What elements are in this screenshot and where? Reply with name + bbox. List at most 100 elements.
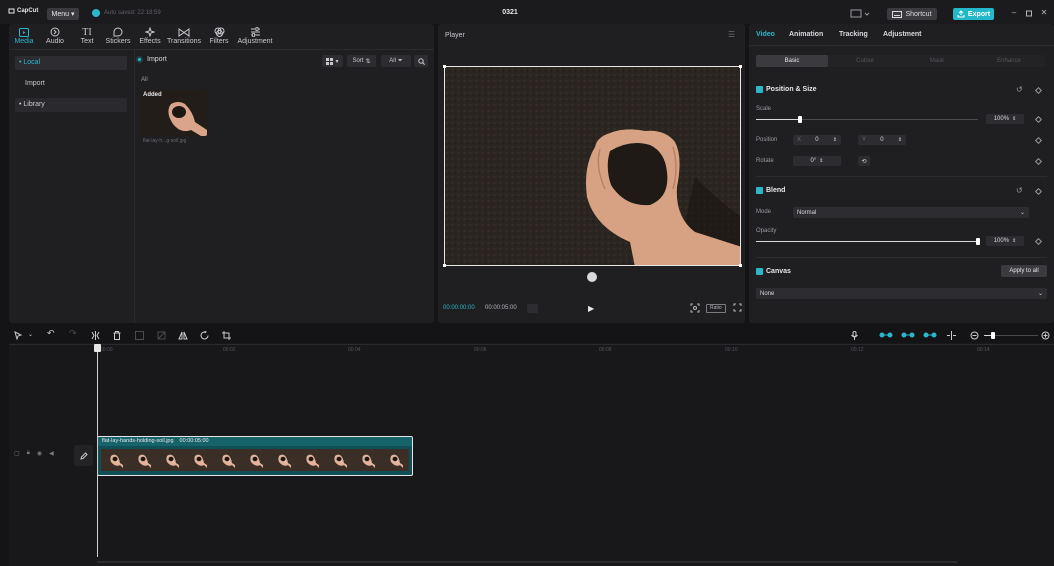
filter-all-button[interactable]: All ⏷ [381, 55, 411, 67]
minimize-icon[interactable]: – [1008, 8, 1020, 19]
lock-icon[interactable]: 🔒︎ [27, 450, 30, 457]
scale-slider-knob[interactable] [798, 116, 802, 123]
tab-stickers[interactable]: Stickers [104, 26, 132, 48]
sidebar-item-local[interactable]: • Local [15, 56, 127, 70]
timeline-scrollbar[interactable] [97, 561, 957, 563]
section-title: Canvas [766, 268, 791, 275]
select-tool-icon[interactable] [14, 331, 23, 340]
maximize-icon[interactable] [1023, 8, 1035, 19]
mirror-icon[interactable] [178, 331, 188, 340]
tab-label: Adjustment [237, 38, 273, 45]
zoom-slider-knob[interactable] [991, 332, 995, 339]
opacity-label: Opacity [756, 228, 777, 234]
rotate-dial[interactable]: ⟲ [858, 156, 870, 166]
properties-panel [749, 24, 1054, 323]
checkbox-icon[interactable] [756, 268, 763, 275]
rotate-icon[interactable] [200, 331, 209, 340]
apply-to-all-button[interactable]: Apply to all [1001, 265, 1047, 277]
preview-axis-icon[interactable] [923, 331, 937, 339]
opacity-value[interactable]: 100% ⇕ [986, 236, 1024, 246]
audio-icon[interactable]: ◀︎ [49, 450, 54, 457]
timecode-toggle[interactable] [527, 304, 538, 313]
rotate-field[interactable]: 0° ⇕ [793, 156, 841, 166]
subtab-mask[interactable]: Mask [901, 55, 973, 67]
reset-icon[interactable]: ↺ [1016, 85, 1023, 94]
tab-effects[interactable]: Effects [137, 26, 163, 48]
crop-icon[interactable] [222, 331, 231, 340]
blend-mode-select[interactable]: Normal ⌄ [793, 207, 1029, 218]
zoom-out-icon[interactable] [970, 331, 979, 340]
search-button[interactable] [414, 55, 428, 67]
divider [9, 344, 1054, 345]
clip-frame [101, 449, 129, 471]
resize-handle[interactable] [443, 264, 446, 267]
cover-button[interactable] [74, 445, 93, 466]
magnet-icon[interactable] [901, 331, 915, 339]
play-icon[interactable]: ▶ [588, 304, 594, 313]
import-button[interactable]: Import [136, 56, 167, 63]
menu-button[interactable]: Menu ▾ [47, 8, 79, 20]
tab-tracking[interactable]: Tracking [839, 31, 868, 38]
position-x-field[interactable]: X 0 ⇕ [793, 135, 841, 145]
chevron-down-icon[interactable]: ⌄ [28, 331, 33, 338]
sort-button[interactable]: Sort ⇅ [347, 55, 376, 67]
position-y-field[interactable]: Y 0 ⇕ [858, 135, 906, 145]
close-icon[interactable]: ✕ [1038, 8, 1050, 19]
menu-icon[interactable]: ☰ [728, 30, 735, 39]
clip-frame [129, 449, 157, 471]
video-preview[interactable] [444, 66, 741, 266]
checkbox-icon[interactable] [756, 187, 763, 194]
crop-disabled-icon[interactable] [157, 331, 166, 340]
tab-adjustment[interactable]: Adjustment [236, 26, 274, 48]
split-screen-icon[interactable] [946, 331, 957, 340]
tab-audio[interactable]: Audio [42, 26, 68, 48]
subtab-cutout[interactable]: Cutout [829, 55, 901, 67]
undo-icon[interactable]: ↶ [47, 328, 55, 339]
tab-animation[interactable]: Animation [789, 31, 823, 38]
fit-icon[interactable] [690, 303, 700, 313]
tab-media[interactable]: Media [12, 26, 36, 48]
resize-handle[interactable] [739, 65, 742, 68]
fullscreen-icon[interactable] [733, 303, 742, 312]
soil-hands-image [445, 67, 740, 265]
resize-handle[interactable] [443, 65, 446, 68]
sidebar-item-library[interactable]: • Library [15, 98, 127, 112]
autosave-text: Auto saved: 22:18:59 [104, 10, 161, 16]
sidebar-item-import[interactable]: Import [15, 77, 127, 91]
freeze-icon[interactable] [135, 331, 144, 340]
tab-text[interactable]: TI Text [76, 26, 98, 48]
redo-icon[interactable]: ↷ [69, 328, 77, 339]
checkbox-icon[interactable] [756, 86, 763, 93]
reset-icon[interactable]: ↺ [1016, 186, 1023, 195]
playhead[interactable] [97, 345, 98, 557]
tab-filters[interactable]: Filters [208, 26, 230, 48]
resize-handle[interactable] [739, 264, 742, 267]
tab-label: Transitions [167, 38, 201, 45]
delete-icon[interactable] [113, 331, 121, 340]
tab-transitions[interactable]: Transitions [167, 26, 201, 48]
view-mode-button[interactable]: ▾ [322, 55, 343, 67]
link-main-track-icon[interactable] [879, 331, 893, 339]
ratio-button[interactable]: Ratio [706, 304, 726, 313]
tab-video[interactable]: Video [756, 31, 775, 38]
rotate-icon[interactable] [587, 272, 597, 282]
logo-icon [8, 8, 15, 14]
canvas-select[interactable]: None ⌄ [756, 288, 1047, 299]
zoom-in-icon[interactable] [1041, 331, 1050, 340]
x-label: X [797, 137, 802, 143]
microphone-icon[interactable] [851, 331, 858, 340]
export-button[interactable]: Export [953, 8, 994, 20]
eye-icon[interactable]: ◉ [37, 450, 42, 457]
app-logo: CapCut [8, 8, 38, 14]
scale-value[interactable]: 100% ⇕ [986, 114, 1024, 124]
shortcut-button[interactable]: Shortcut [887, 8, 937, 20]
subtab-basic[interactable]: Basic [756, 55, 828, 67]
playhead-handle[interactable] [94, 344, 101, 352]
track-lock-icon[interactable]: ▢ [14, 450, 20, 457]
tab-adjustment[interactable]: Adjustment [883, 31, 922, 38]
opacity-slider-knob[interactable] [976, 238, 980, 245]
split-icon[interactable] [91, 331, 100, 340]
video-clip[interactable]: flat-lay-hands-holding-soil.jpg 00:00:05… [97, 436, 413, 476]
layout-button[interactable] [850, 8, 872, 19]
subtab-enhance[interactable]: Enhance [973, 55, 1045, 67]
